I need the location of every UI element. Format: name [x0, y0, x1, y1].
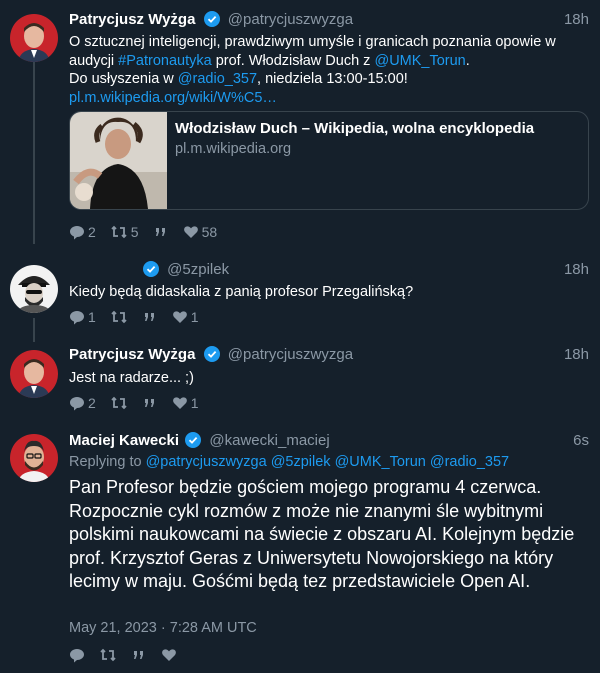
- replying-mentions[interactable]: @patrycjuszwyzga @5zpilek @UMK_Torun @ra…: [146, 454, 510, 470]
- quote-icon: [144, 313, 154, 321]
- tweet[interactable]: @5zpilek 18h Kiedy będą didaskalia z pan…: [0, 250, 600, 336]
- tweet[interactable]: Patrycjusz Wyżga @patrycjuszwyzga 18h O …: [0, 0, 600, 250]
- quote-icon: [155, 228, 165, 236]
- author-name[interactable]: Patrycjusz Wyżga: [69, 11, 195, 28]
- quote-button[interactable]: [142, 394, 158, 412]
- heart-icon: [183, 226, 198, 238]
- text-segment: Do usłyszenia w: [69, 71, 178, 87]
- mention-link[interactable]: @radio_357: [178, 71, 257, 87]
- like-button[interactable]: 1: [172, 308, 199, 326]
- text-segment: prof. Włodzisław Duch z: [211, 52, 375, 69]
- tweet-actions: [69, 646, 191, 664]
- retweet-icon: [111, 396, 127, 410]
- tweet-header: @5zpilek: [143, 260, 229, 280]
- retweet-count: 5: [130, 224, 139, 240]
- tweet[interactable]: Patrycjusz Wyżga @patrycjuszwyzga 18h Je…: [0, 336, 600, 422]
- verified-icon: [203, 346, 220, 368]
- replying-label: Replying to: [69, 454, 142, 470]
- heart-icon: [172, 397, 187, 409]
- reply-button[interactable]: 2: [69, 394, 96, 412]
- tweet-time[interactable]: 6s: [573, 431, 589, 451]
- like-button[interactable]: 58: [183, 223, 218, 241]
- quote-icon: [144, 399, 154, 407]
- avatar[interactable]: [10, 434, 58, 482]
- author-handle[interactable]: @patrycjuszwyzga: [228, 11, 353, 28]
- tweet-body: Kiedy będą didaskalia z panią profesor P…: [69, 283, 584, 302]
- heart-icon: [172, 311, 187, 323]
- quote-button[interactable]: [142, 308, 158, 326]
- mention-link[interactable]: @UMK_Torun: [374, 53, 465, 69]
- reply-icon: [70, 311, 84, 325]
- author-name[interactable]: Maciej Kawecki: [69, 432, 179, 449]
- avatar[interactable]: [10, 265, 58, 313]
- author-handle[interactable]: @5zpilek: [167, 261, 229, 278]
- card-title: Włodzisław Duch – Wikipedia, wolna encyk…: [175, 120, 535, 137]
- like-count: 1: [190, 309, 199, 325]
- reply-count: 1: [88, 309, 96, 325]
- retweet-icon: [100, 648, 116, 662]
- card-domain: pl.m.wikipedia.org: [175, 141, 292, 157]
- hashtag-link[interactable]: #Patronautyka: [118, 53, 212, 69]
- text-segment: .: [465, 52, 470, 69]
- text-segment: , niedziela 13:00-15:00!: [257, 71, 408, 87]
- tweet-text: Jest na radarze... ;): [69, 370, 194, 386]
- avatar[interactable]: [10, 350, 58, 398]
- reply-button[interactable]: 2: [69, 223, 96, 241]
- verified-icon: [143, 261, 159, 283]
- reply-button[interactable]: 1: [69, 308, 96, 326]
- retweet-button[interactable]: [99, 646, 117, 664]
- tweet-time[interactable]: 18h: [564, 345, 589, 365]
- avatar[interactable]: [10, 14, 58, 62]
- retweet-icon: [111, 225, 127, 239]
- retweet-button[interactable]: [110, 394, 128, 412]
- author-handle[interactable]: @kawecki_maciej: [209, 432, 329, 449]
- reply-icon: [70, 226, 84, 240]
- like-count: 58: [201, 224, 218, 240]
- author-name[interactable]: Patrycjusz Wyżga: [69, 346, 195, 363]
- tweet-text: Do usłyszenia w @radio_357, niedziela 13…: [69, 70, 584, 89]
- tweet-actions: 2 1: [69, 394, 213, 412]
- tweet-body: Pan Profesor będzie gościem mojego progr…: [69, 477, 575, 591]
- verified-icon: [203, 11, 220, 33]
- author-handle[interactable]: @patrycjuszwyzga: [228, 346, 353, 363]
- reply-count: 2: [88, 395, 96, 411]
- tweet-header: Maciej Kawecki @kawecki_maciej: [69, 431, 330, 451]
- tweet-text: O sztucznej inteligencji, prawdziwym umy…: [69, 33, 584, 70]
- tweet-time[interactable]: 18h: [564, 10, 589, 30]
- quote-button[interactable]: [153, 223, 169, 241]
- reply-button[interactable]: [69, 646, 85, 664]
- tweet-body: Jest na radarze... ;): [69, 369, 584, 388]
- link-card[interactable]: Włodzisław Duch – Wikipedia, wolna encyk…: [69, 111, 589, 210]
- like-button[interactable]: 1: [172, 394, 199, 412]
- replying-to: Replying to @patrycjuszwyzga @5zpilek @U…: [69, 454, 509, 470]
- tweet-actions: 1 1: [69, 308, 213, 326]
- quote-button[interactable]: [131, 646, 147, 664]
- retweet-button[interactable]: 5: [110, 223, 139, 241]
- reply-icon: [70, 649, 84, 663]
- reply-icon: [70, 397, 84, 411]
- heart-icon: [162, 649, 176, 661]
- retweet-button[interactable]: [110, 308, 128, 326]
- card-image: [70, 112, 167, 209]
- retweet-icon: [111, 310, 127, 324]
- tweet-body: O sztucznej inteligencji, prawdziwym umy…: [69, 33, 584, 107]
- tweet-date[interactable]: May 21, 2023 · 7:28 AM UTC: [69, 620, 257, 636]
- tweet-text: Kiedy będą didaskalia z panią profesor P…: [69, 284, 414, 300]
- like-count: 1: [190, 395, 199, 411]
- reply-count: 2: [88, 224, 96, 240]
- tweet-header: Patrycjusz Wyżga @patrycjuszwyzga: [69, 345, 353, 365]
- tweet-actions: 2 5 58: [69, 223, 231, 241]
- like-button[interactable]: [161, 646, 177, 664]
- tweet-time[interactable]: 18h: [564, 260, 589, 280]
- tweet-header: Patrycjusz Wyżga @patrycjuszwyzga: [69, 10, 353, 30]
- quote-icon: [134, 651, 143, 659]
- verified-icon: [185, 432, 202, 454]
- url-link[interactable]: pl.m.wikipedia.org/wiki/W%C5…: [69, 90, 277, 106]
